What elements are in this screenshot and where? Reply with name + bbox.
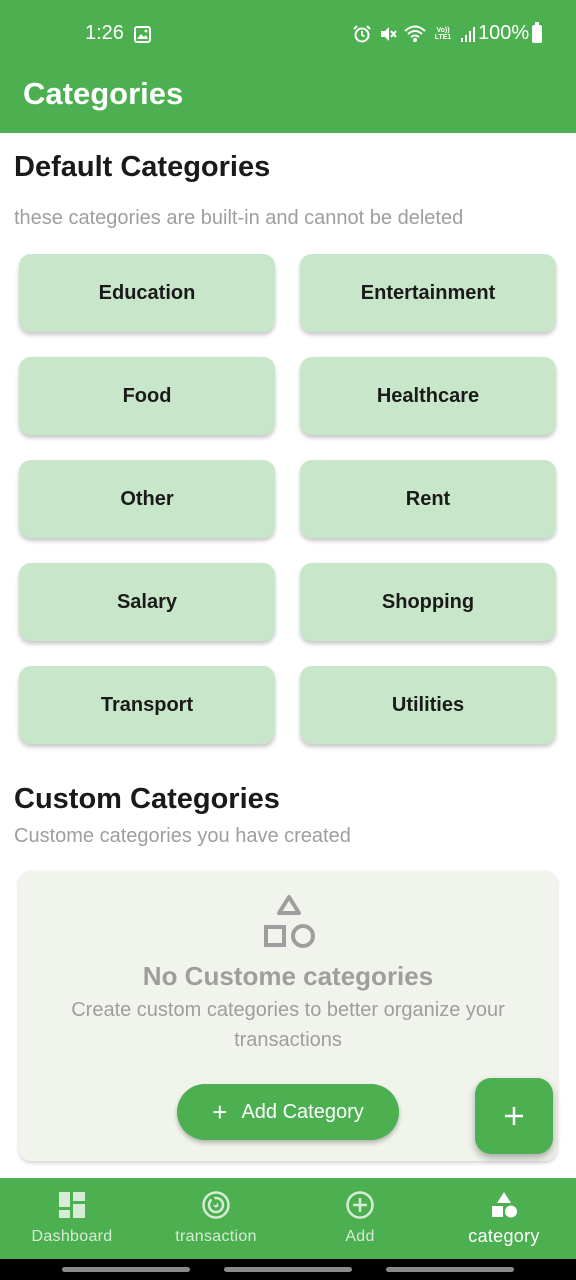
page-title: Categories [23, 76, 184, 111]
dashboard-icon [59, 1192, 85, 1218]
add-category-button[interactable]: + Add Category [177, 1084, 399, 1140]
category-chip-utilities[interactable]: Utilities [300, 666, 556, 744]
custom-categories-title: Custom Categories [14, 783, 280, 815]
nav-item-add[interactable]: Add [288, 1178, 432, 1259]
category-chip-food[interactable]: Food [19, 357, 275, 435]
volte-icon: Vo)) LTE1 [434, 27, 452, 41]
empty-state-title: No Custome categories [142, 961, 434, 991]
status-time: 1:26 [85, 22, 124, 44]
gesture-handle-center [224, 1267, 352, 1272]
category-chip-salary[interactable]: Salary [19, 563, 275, 641]
add-category-label: Add Category [241, 1100, 364, 1123]
battery-percent: 100% [478, 22, 530, 44]
plus-icon: + [212, 1097, 228, 1127]
bottom-navigation: Dashboard transaction Add category [0, 1178, 576, 1259]
battery-icon [532, 21, 543, 43]
plus-icon [505, 1107, 523, 1125]
category-chip-transport[interactable]: Transport [19, 666, 275, 744]
image-notification-icon [134, 26, 151, 43]
add-circle-icon [346, 1191, 374, 1219]
nav-label-add: Add [345, 1228, 375, 1245]
custom-categories-subtitle: Custome categories you have created [14, 825, 351, 847]
nav-label-dashboard: Dashboard [31, 1228, 113, 1245]
mute-icon [381, 27, 397, 41]
category-icon [492, 1192, 517, 1218]
nav-item-transaction[interactable]: transaction [144, 1178, 288, 1259]
category-chip-other[interactable]: Other [19, 460, 275, 538]
wifi-icon [404, 25, 426, 42]
app-header: 1:26 Vo)) LTE1 100% Categories [0, 0, 576, 133]
category-chip-healthcare[interactable]: Healthcare [300, 357, 556, 435]
shapes-icon [264, 895, 315, 948]
signal-icon [461, 27, 475, 42]
default-categories-title: Default Categories [14, 151, 271, 183]
default-categories-grid: Education Entertainment Food Healthcare … [19, 254, 557, 744]
transaction-icon [202, 1191, 230, 1219]
alarm-icon [353, 25, 371, 43]
category-chip-entertainment[interactable]: Entertainment [300, 254, 556, 332]
category-chip-shopping[interactable]: Shopping [300, 563, 556, 641]
add-fab-button[interactable] [475, 1078, 553, 1154]
nav-label-transaction: transaction [175, 1228, 257, 1245]
battery-status: 100% [478, 21, 543, 45]
nav-item-dashboard[interactable]: Dashboard [0, 1178, 144, 1259]
gesture-handle-right [386, 1267, 514, 1272]
gesture-handle-left [62, 1267, 190, 1272]
category-chip-rent[interactable]: Rent [300, 460, 556, 538]
category-chip-education[interactable]: Education [19, 254, 275, 332]
nav-item-category[interactable]: category [432, 1178, 576, 1259]
system-gesture-bar [0, 1259, 576, 1280]
empty-state-description: Create custom categories to better organ… [71, 999, 505, 1051]
nav-label-category: category [468, 1226, 540, 1246]
status-icons: Vo)) LTE1 [352, 24, 478, 44]
default-categories-subtitle: these categories are built-in and cannot… [14, 207, 464, 229]
